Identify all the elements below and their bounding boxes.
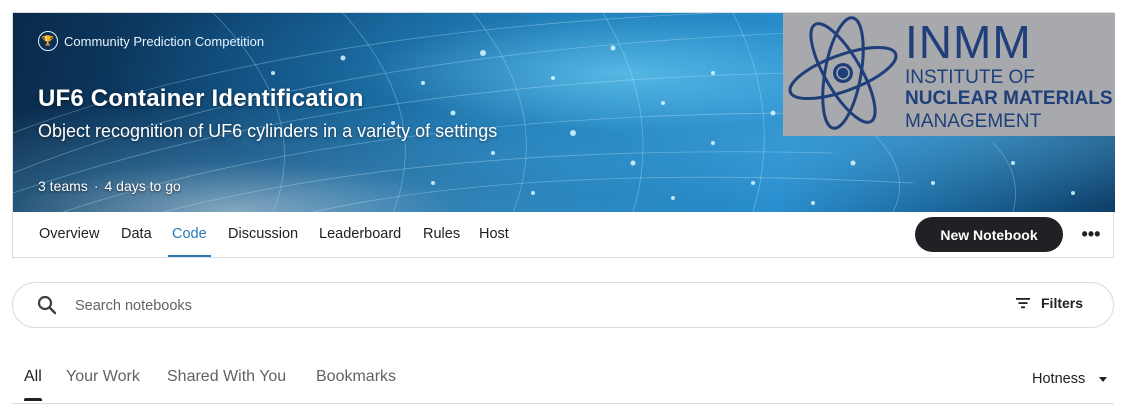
deadline: 4 days to go bbox=[104, 178, 181, 194]
tab-discussion[interactable]: Discussion bbox=[228, 212, 298, 257]
competition-tabs: Overview Data Code Discussion Leaderboar… bbox=[13, 212, 1113, 257]
notebook-filter-tabs: All Your Work Shared With You Bookmarks … bbox=[12, 358, 1114, 404]
host-acronym: INMM bbox=[905, 16, 1032, 68]
atom-icon bbox=[788, 16, 898, 130]
caret-down-icon bbox=[1099, 376, 1108, 382]
sort-dropdown[interactable]: Hotness bbox=[1032, 371, 1108, 387]
tab-rules[interactable]: Rules bbox=[423, 212, 460, 257]
competition-type: 🏆 Community Prediction Competition bbox=[38, 31, 264, 51]
more-horizontal-icon[interactable]: ••• bbox=[1079, 222, 1103, 246]
subtab-shared-with-you[interactable]: Shared With You bbox=[167, 368, 286, 386]
search-bar: Filters bbox=[12, 282, 1114, 328]
tab-host[interactable]: Host bbox=[479, 212, 509, 257]
new-notebook-button[interactable]: New Notebook bbox=[915, 217, 1063, 252]
tab-code[interactable]: Code bbox=[168, 212, 211, 257]
filter-icon bbox=[1016, 298, 1030, 309]
team-count: 3 teams bbox=[38, 178, 88, 194]
competition-type-label: Community Prediction Competition bbox=[64, 33, 265, 49]
search-input[interactable] bbox=[73, 291, 877, 321]
host-name-line2: NUCLEAR MATERIALS bbox=[905, 88, 1113, 109]
sort-selected-value: Hotness bbox=[1032, 371, 1086, 387]
subtab-your-work[interactable]: Your Work bbox=[66, 368, 140, 386]
competition-header: 🏆 Community Prediction Competition UF6 C… bbox=[12, 12, 1115, 258]
filters-label: Filters bbox=[1041, 295, 1084, 311]
host-name-line1: INSTITUTE OF bbox=[905, 67, 1035, 88]
meta-separator: · bbox=[93, 178, 99, 194]
host-name-line3: MANAGEMENT bbox=[905, 111, 1042, 132]
host-logo: INMM INSTITUTE OF NUCLEAR MATERIALS MANA… bbox=[783, 13, 1115, 136]
competition-title: UF6 Container Identification bbox=[38, 85, 364, 112]
filters-button[interactable]: Filters bbox=[1015, 295, 1083, 311]
tab-data[interactable]: Data bbox=[121, 212, 152, 257]
tab-leaderboard[interactable]: Leaderboard bbox=[319, 212, 401, 257]
competition-subtitle: Object recognition of UF6 cylinders in a… bbox=[38, 121, 498, 141]
subtab-all[interactable]: All bbox=[24, 368, 42, 401]
trophy-icon: 🏆 bbox=[38, 31, 58, 51]
tab-overview[interactable]: Overview bbox=[39, 212, 99, 257]
competition-meta: 3 teams · 4 days to go bbox=[38, 178, 181, 194]
competition-banner: 🏆 Community Prediction Competition UF6 C… bbox=[13, 13, 1115, 212]
search-icon bbox=[37, 295, 57, 315]
subtab-bookmarks[interactable]: Bookmarks bbox=[316, 368, 396, 386]
